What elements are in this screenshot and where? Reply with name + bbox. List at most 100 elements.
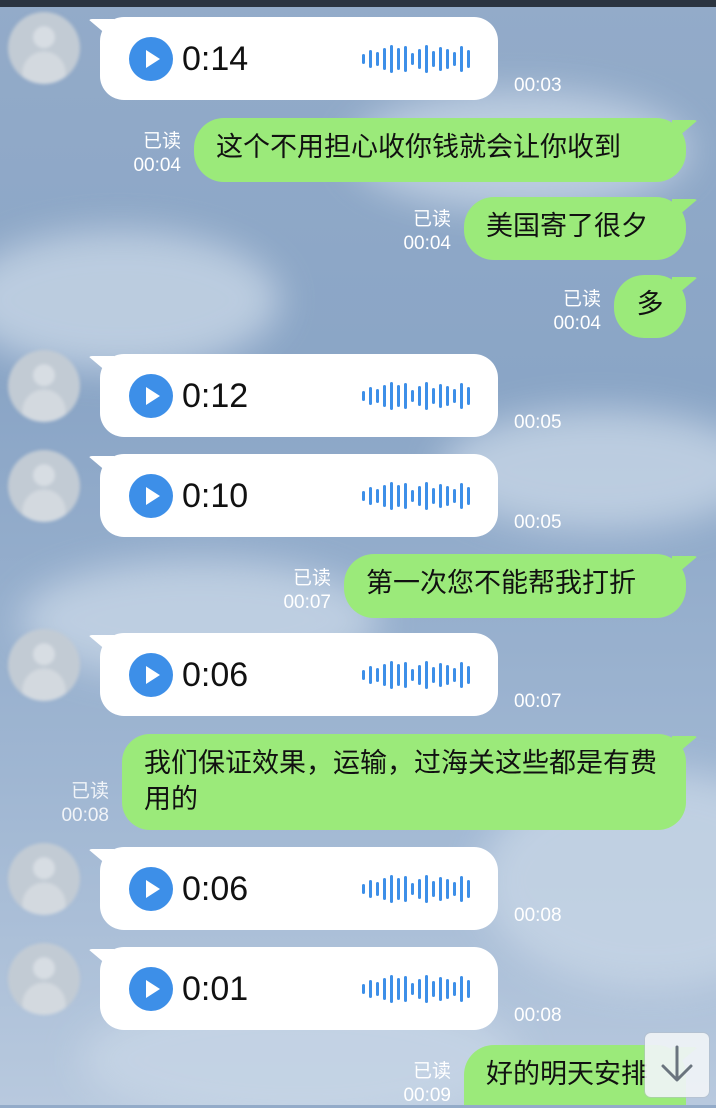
waveform-bar: [418, 979, 421, 999]
sent-text-bubble[interactable]: 这个不用担心收你钱就会让你收到: [194, 118, 686, 182]
play-icon[interactable]: [129, 967, 173, 1011]
waveform-bar: [362, 491, 365, 501]
message-time: 00:08: [514, 905, 562, 926]
waveform-bar: [467, 880, 470, 898]
voice-message-bubble[interactable]: 0:14: [100, 17, 498, 100]
waveform-bar: [418, 386, 421, 406]
waveform-bar: [411, 983, 414, 995]
voice-duration: 0:06: [182, 656, 249, 694]
waveform-bar: [467, 387, 470, 405]
waveform-bar: [383, 664, 386, 686]
sent-text-bubble[interactable]: 我们保证效果，运输，过海关这些都是有费用的: [122, 734, 686, 830]
waveform-bar: [376, 52, 379, 66]
read-label: 已读: [292, 568, 331, 589]
voice-message-bubble[interactable]: 0:01: [100, 947, 498, 1030]
waveform-bar: [390, 975, 393, 1003]
waveform-bar: [390, 482, 393, 510]
waveform-bar: [369, 880, 372, 898]
read-receipt: 已读 00:04: [553, 288, 601, 336]
waveform-icon: [362, 975, 470, 1003]
waveform-bar: [362, 391, 365, 401]
waveform-bar: [467, 980, 470, 998]
waveform-bar: [439, 877, 442, 901]
read-label: 已读: [562, 289, 601, 310]
message-time: 00:05: [514, 512, 562, 533]
message-time: 00:03: [514, 75, 562, 96]
waveform-bar: [460, 383, 463, 409]
contact-avatar[interactable]: [8, 843, 80, 915]
play-icon[interactable]: [129, 653, 173, 697]
waveform-bar: [446, 49, 449, 69]
waveform-bar: [439, 663, 442, 687]
waveform-bar: [446, 386, 449, 406]
waveform-bar: [362, 54, 365, 64]
waveform-bar: [376, 882, 379, 896]
waveform-bar: [411, 883, 414, 895]
waveform-bar: [404, 46, 407, 72]
waveform-bar: [418, 49, 421, 69]
waveform-bar: [460, 976, 463, 1002]
voice-message-bubble[interactable]: 0:10: [100, 454, 498, 537]
waveform-bar: [467, 666, 470, 684]
waveform-bar: [397, 664, 400, 686]
waveform-bar: [383, 48, 386, 70]
voice-duration: 0:12: [182, 377, 249, 415]
play-icon[interactable]: [129, 867, 173, 911]
sent-text-bubble[interactable]: 多: [614, 275, 686, 338]
scroll-to-bottom-button[interactable]: [645, 1033, 709, 1097]
waveform-bar: [411, 490, 414, 502]
waveform-bar: [397, 878, 400, 900]
contact-avatar[interactable]: [8, 12, 80, 84]
waveform-bar: [376, 668, 379, 682]
read-receipt: 已读 00:09: [403, 1060, 451, 1108]
sent-text-bubble[interactable]: 第一次您不能帮我打折: [344, 554, 686, 618]
contact-avatar[interactable]: [8, 943, 80, 1015]
waveform-icon: [362, 661, 470, 689]
waveform-bar: [376, 489, 379, 503]
waveform-bar: [432, 881, 435, 897]
waveform-bar: [404, 876, 407, 902]
play-icon[interactable]: [129, 374, 173, 418]
waveform-bar: [453, 389, 456, 403]
read-receipt: 已读 00:08: [61, 780, 109, 828]
waveform-bar: [432, 388, 435, 404]
waveform-bar: [390, 875, 393, 903]
waveform-bar: [439, 484, 442, 508]
sent-text-bubble[interactable]: 美国寄了很夕: [464, 197, 686, 260]
waveform-bar: [404, 383, 407, 409]
voice-message-bubble[interactable]: 0:12: [100, 354, 498, 437]
waveform-bar: [383, 978, 386, 1000]
waveform-bar: [453, 982, 456, 996]
waveform-bar: [418, 486, 421, 506]
read-label: 已读: [142, 131, 181, 152]
contact-avatar[interactable]: [8, 350, 80, 422]
waveform-bar: [362, 884, 365, 894]
contact-avatar[interactable]: [8, 450, 80, 522]
message-time: 00:07: [514, 691, 562, 712]
voice-duration: 0:06: [182, 870, 249, 908]
waveform-icon: [362, 875, 470, 903]
voice-message-bubble[interactable]: 0:06: [100, 633, 498, 716]
waveform-bar: [460, 876, 463, 902]
waveform-bar: [369, 387, 372, 405]
read-label: 已读: [70, 781, 109, 802]
play-icon[interactable]: [129, 474, 173, 518]
message-time: 00:07: [283, 592, 331, 613]
arrow-down-icon: [661, 1045, 693, 1082]
message-time: 00:08: [514, 1005, 562, 1026]
message-time: 00:09: [403, 1085, 451, 1106]
message-text: 美国寄了很夕: [486, 211, 648, 242]
message-text: 我们保证效果，运输，过海关这些都是有费用的: [144, 748, 657, 815]
voice-message-bubble[interactable]: 0:06: [100, 847, 498, 930]
contact-avatar[interactable]: [8, 629, 80, 701]
waveform-bar: [369, 50, 372, 68]
read-receipt: 已读 00:07: [283, 567, 331, 615]
play-icon[interactable]: [129, 37, 173, 81]
waveform-bar: [411, 669, 414, 681]
message-text: 第一次您不能帮我打折: [366, 568, 636, 599]
waveform-bar: [411, 53, 414, 65]
waveform-bar: [453, 882, 456, 896]
waveform-bar: [432, 981, 435, 997]
waveform-bar: [425, 382, 428, 410]
waveform-bar: [390, 661, 393, 689]
